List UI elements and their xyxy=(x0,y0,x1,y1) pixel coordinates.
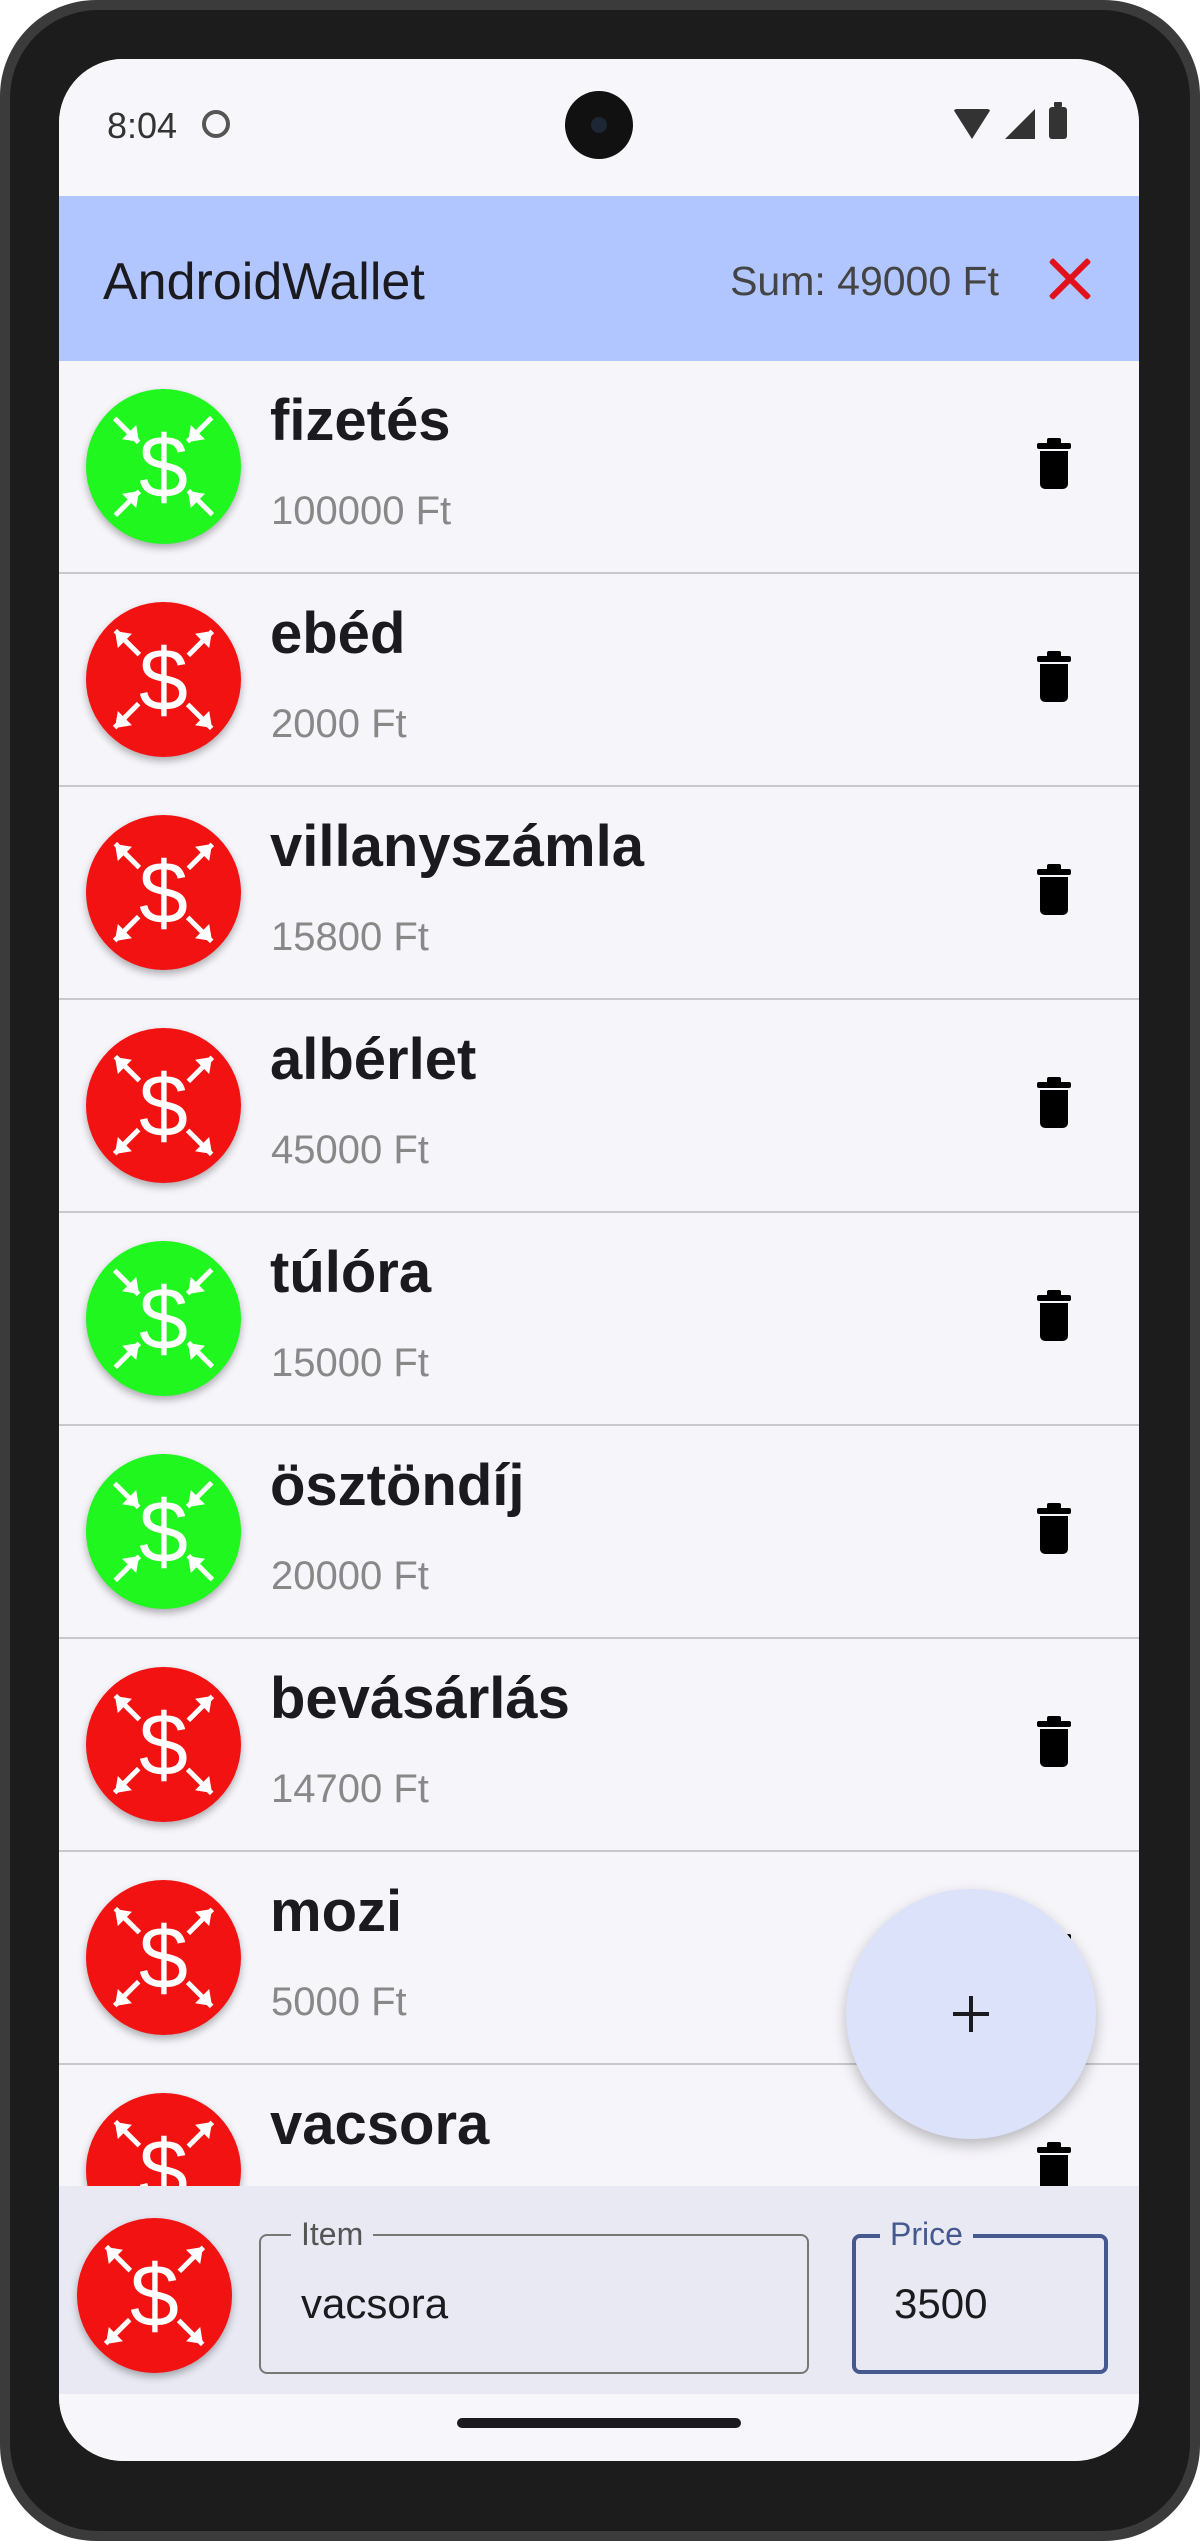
item-name: ösztöndíj xyxy=(270,1453,525,1518)
dollar-icon: $ xyxy=(139,843,188,942)
income-coin-icon: $ xyxy=(86,1454,241,1609)
price-field-value: 3500 xyxy=(894,2280,988,2327)
item-name: túlóra xyxy=(270,1240,432,1305)
item-price: 15800 Ft xyxy=(271,915,429,959)
trash-icon[interactable] xyxy=(1037,651,1071,702)
dollar-icon: $ xyxy=(139,630,188,729)
power-button xyxy=(1190,1075,1198,1405)
income-coin-icon: $ xyxy=(86,1241,241,1396)
status-bar: 8:04 xyxy=(59,59,1139,196)
dollar-icon: $ xyxy=(139,1056,188,1155)
trash-icon[interactable] xyxy=(1037,1290,1071,1341)
dollar-icon: $ xyxy=(130,2246,179,2345)
item-name: fizetés xyxy=(270,388,451,453)
notification-face-icon xyxy=(202,110,230,138)
expense-coin-icon: $ xyxy=(86,815,241,970)
trash-icon[interactable] xyxy=(1037,1077,1071,1128)
signal-icon xyxy=(1005,109,1035,139)
item-price: 2000 Ft xyxy=(271,702,407,746)
item-price: 5000 Ft xyxy=(271,1980,407,2024)
item-price: 20000 Ft xyxy=(271,1554,429,1598)
list-item[interactable]: $ villanyszámla 15800 Ft xyxy=(59,787,1139,1000)
item-price: 15000 Ft xyxy=(271,1341,429,1385)
item-name: vacsora xyxy=(270,2092,490,2157)
list-item[interactable]: $ ebéd 2000 Ft xyxy=(59,574,1139,787)
dollar-icon: $ xyxy=(139,1908,188,2007)
item-name: albérlet xyxy=(270,1027,477,1092)
type-toggle-coin-icon[interactable]: $ xyxy=(77,2218,232,2373)
status-time: 8:04 xyxy=(107,105,178,146)
navigation-bar xyxy=(59,2394,1139,2461)
price-field-label: Price xyxy=(880,2214,973,2254)
trash-icon[interactable] xyxy=(1037,864,1071,915)
front-camera xyxy=(565,91,633,159)
expense-coin-icon: $ xyxy=(86,1880,241,2035)
item-price: 45000 Ft xyxy=(271,1128,429,1172)
expense-coin-icon: $ xyxy=(86,1028,241,1183)
item-name: ebéd xyxy=(270,601,406,666)
add-button[interactable] xyxy=(846,1889,1096,2139)
gesture-handle[interactable] xyxy=(457,2418,741,2428)
item-price: 14700 Ft xyxy=(271,1767,429,1811)
trash-icon[interactable] xyxy=(1037,2142,1071,2189)
item-name: villanyszámla xyxy=(270,814,644,879)
item-field-value: vacsora xyxy=(301,2280,449,2327)
trash-icon[interactable] xyxy=(1037,438,1071,489)
dollar-icon: $ xyxy=(139,1482,188,1581)
list-item[interactable]: $ fizetés 100000 Ft xyxy=(59,361,1139,574)
dollar-icon: $ xyxy=(139,417,188,516)
item-field-label: Item xyxy=(291,2214,374,2254)
list-item[interactable]: $ bevásárlás 14700 Ft xyxy=(59,1639,1139,1852)
list-item[interactable]: $ albérlet 45000 Ft xyxy=(59,1000,1139,1213)
trash-icon[interactable] xyxy=(1037,1716,1071,1767)
close-icon[interactable] xyxy=(1045,254,1095,304)
item-price: 100000 Ft xyxy=(271,489,452,533)
price-field[interactable]: Price 3500 xyxy=(852,2214,1108,2374)
app-bar: AndroidWallet Sum: 49000 Ft xyxy=(59,196,1139,361)
sum-label: Sum: 49000 Ft xyxy=(730,258,999,304)
dollar-icon: $ xyxy=(139,1695,188,1794)
expense-coin-icon: $ xyxy=(86,1667,241,1822)
list-item[interactable]: $ ösztöndíj 20000 Ft xyxy=(59,1426,1139,1639)
status-icons xyxy=(953,102,1067,139)
wifi-icon xyxy=(953,109,991,139)
expense-coin-icon: $ xyxy=(86,2093,241,2189)
item-field[interactable]: Item vacsora xyxy=(259,2214,809,2374)
item-name: bevásárlás xyxy=(270,1666,570,1731)
expense-coin-icon: $ xyxy=(86,602,241,757)
dollar-icon: $ xyxy=(139,1269,188,1368)
app-title: AndroidWallet xyxy=(103,253,425,311)
screen: 8:04 AndroidWallet Sum: 49000 Ft $ fizeté… xyxy=(59,59,1139,2461)
battery-icon xyxy=(1049,102,1067,139)
list-item[interactable]: $ túlóra 15000 Ft xyxy=(59,1213,1139,1426)
trash-icon[interactable] xyxy=(1037,1503,1071,1554)
item-name: mozi xyxy=(270,1879,403,1944)
income-coin-icon: $ xyxy=(86,389,241,544)
volume-button xyxy=(1190,720,1198,910)
input-area: $ Item vacsora Price 3500 xyxy=(59,2186,1139,2394)
